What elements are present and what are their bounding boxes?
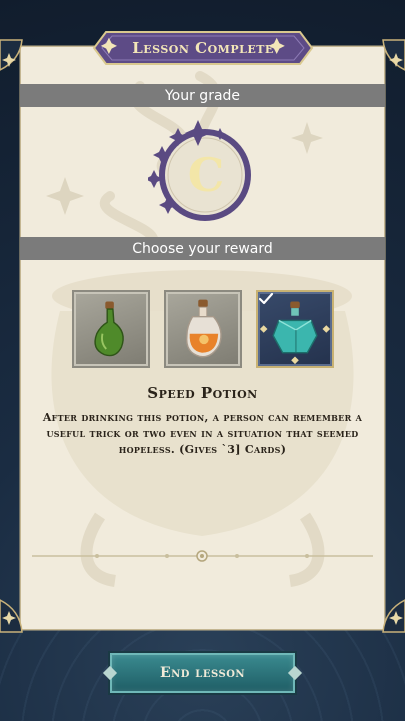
end-lesson-button[interactable]: End lesson xyxy=(110,653,295,693)
grade-badge: C xyxy=(148,120,251,221)
progress-divider xyxy=(32,550,373,562)
reward-option-orange-potion[interactable] xyxy=(164,290,242,368)
reward-label-bar: Choose your reward xyxy=(20,237,385,260)
grade-letter: C xyxy=(188,148,225,202)
page-title: Lesson Complete xyxy=(132,39,274,57)
reward-label: Choose your reward xyxy=(132,240,273,257)
reward-option-green-potion[interactable] xyxy=(72,290,150,368)
green-potion-icon xyxy=(94,301,124,357)
reward-title: Speed Potion xyxy=(147,384,258,402)
check-icon xyxy=(258,292,274,305)
reward-description: After drinking this potion, a person can… xyxy=(42,411,363,456)
end-lesson-label: End lesson xyxy=(159,665,246,681)
grade-label: Your grade xyxy=(164,87,241,104)
grade-label-bar: Your grade xyxy=(20,84,385,107)
reward-option-speed-potion[interactable] xyxy=(256,290,334,368)
orange-potion-icon xyxy=(185,299,222,358)
